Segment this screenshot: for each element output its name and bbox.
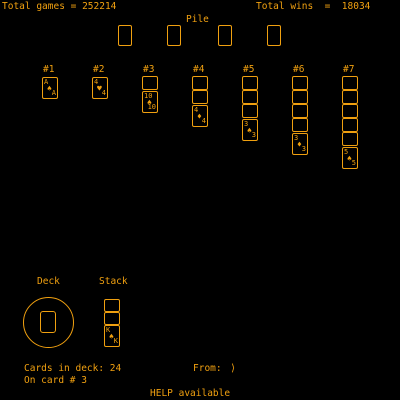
total-games: Total games = 252214 xyxy=(2,1,117,12)
card-back xyxy=(292,118,308,132)
column-label: #6 xyxy=(293,64,305,75)
stack-card-back xyxy=(104,299,120,312)
card-back xyxy=(242,76,258,90)
chevron-right-icon: ⟩ xyxy=(230,363,237,374)
column-label: #4 xyxy=(193,64,205,75)
card-back xyxy=(342,132,358,146)
foundation-slot[interactable] xyxy=(218,25,232,46)
foundation-slot[interactable] xyxy=(118,25,132,46)
tableau-face-card[interactable]: 4 ♥ 4 xyxy=(92,77,108,99)
deck-card-back xyxy=(40,311,56,333)
card-rank-bottom: 10 xyxy=(147,103,156,111)
card-back xyxy=(342,76,358,90)
card-rank-bottom: 4 xyxy=(101,89,106,97)
stack-card-back xyxy=(104,312,120,325)
foundation-slot[interactable] xyxy=(267,25,281,46)
deck-pile[interactable] xyxy=(23,297,74,348)
tableau-face-card[interactable]: 3 ♠ 3 xyxy=(242,119,258,141)
foundation-slot[interactable] xyxy=(167,25,181,46)
card-rank-bottom: 3 xyxy=(301,145,306,153)
card-rank-bottom: K xyxy=(113,337,118,345)
stack-label: Stack xyxy=(99,276,128,287)
tableau-face-card[interactable]: 4 ♦ 4 xyxy=(192,105,208,127)
card-back xyxy=(192,90,208,104)
total-wins: Total wins = 18034 xyxy=(256,1,371,12)
from-label: From: xyxy=(193,363,222,374)
on-card-indicator: On card # 3 xyxy=(24,375,87,386)
tableau-face-card[interactable]: 5 ♠ 5 xyxy=(342,147,358,169)
column-label: #7 xyxy=(343,64,355,75)
card-rank-bottom: 4 xyxy=(201,117,206,125)
card-back xyxy=(292,104,308,118)
card-rank-bottom: 3 xyxy=(251,131,256,139)
card-back xyxy=(192,76,208,90)
column-label: #1 xyxy=(43,64,55,75)
stack-top-card[interactable]: K ♠ K xyxy=(104,325,120,347)
column-label: #5 xyxy=(243,64,255,75)
pile-label: Pile xyxy=(186,14,209,25)
tableau-face-card[interactable]: A ♠ A xyxy=(42,77,58,99)
card-back xyxy=(242,104,258,118)
card-back xyxy=(292,76,308,90)
card-back xyxy=(242,90,258,104)
card-back xyxy=(342,118,358,132)
card-rank-bottom: A xyxy=(51,89,56,97)
tableau-face-card[interactable]: 10 ♠ 10 xyxy=(142,91,158,113)
tableau-face-card[interactable]: 3 ♦ 3 xyxy=(292,133,308,155)
card-rank-bottom: 5 xyxy=(351,159,356,167)
card-back xyxy=(142,76,158,90)
help-available[interactable]: HELP available xyxy=(150,388,230,399)
deck-label: Deck xyxy=(37,276,60,287)
card-back xyxy=(342,104,358,118)
column-label: #3 xyxy=(143,64,155,75)
card-back xyxy=(292,90,308,104)
cards-in-deck: Cards in deck: 24 xyxy=(24,363,122,374)
column-label: #2 xyxy=(93,64,105,75)
card-back xyxy=(342,90,358,104)
